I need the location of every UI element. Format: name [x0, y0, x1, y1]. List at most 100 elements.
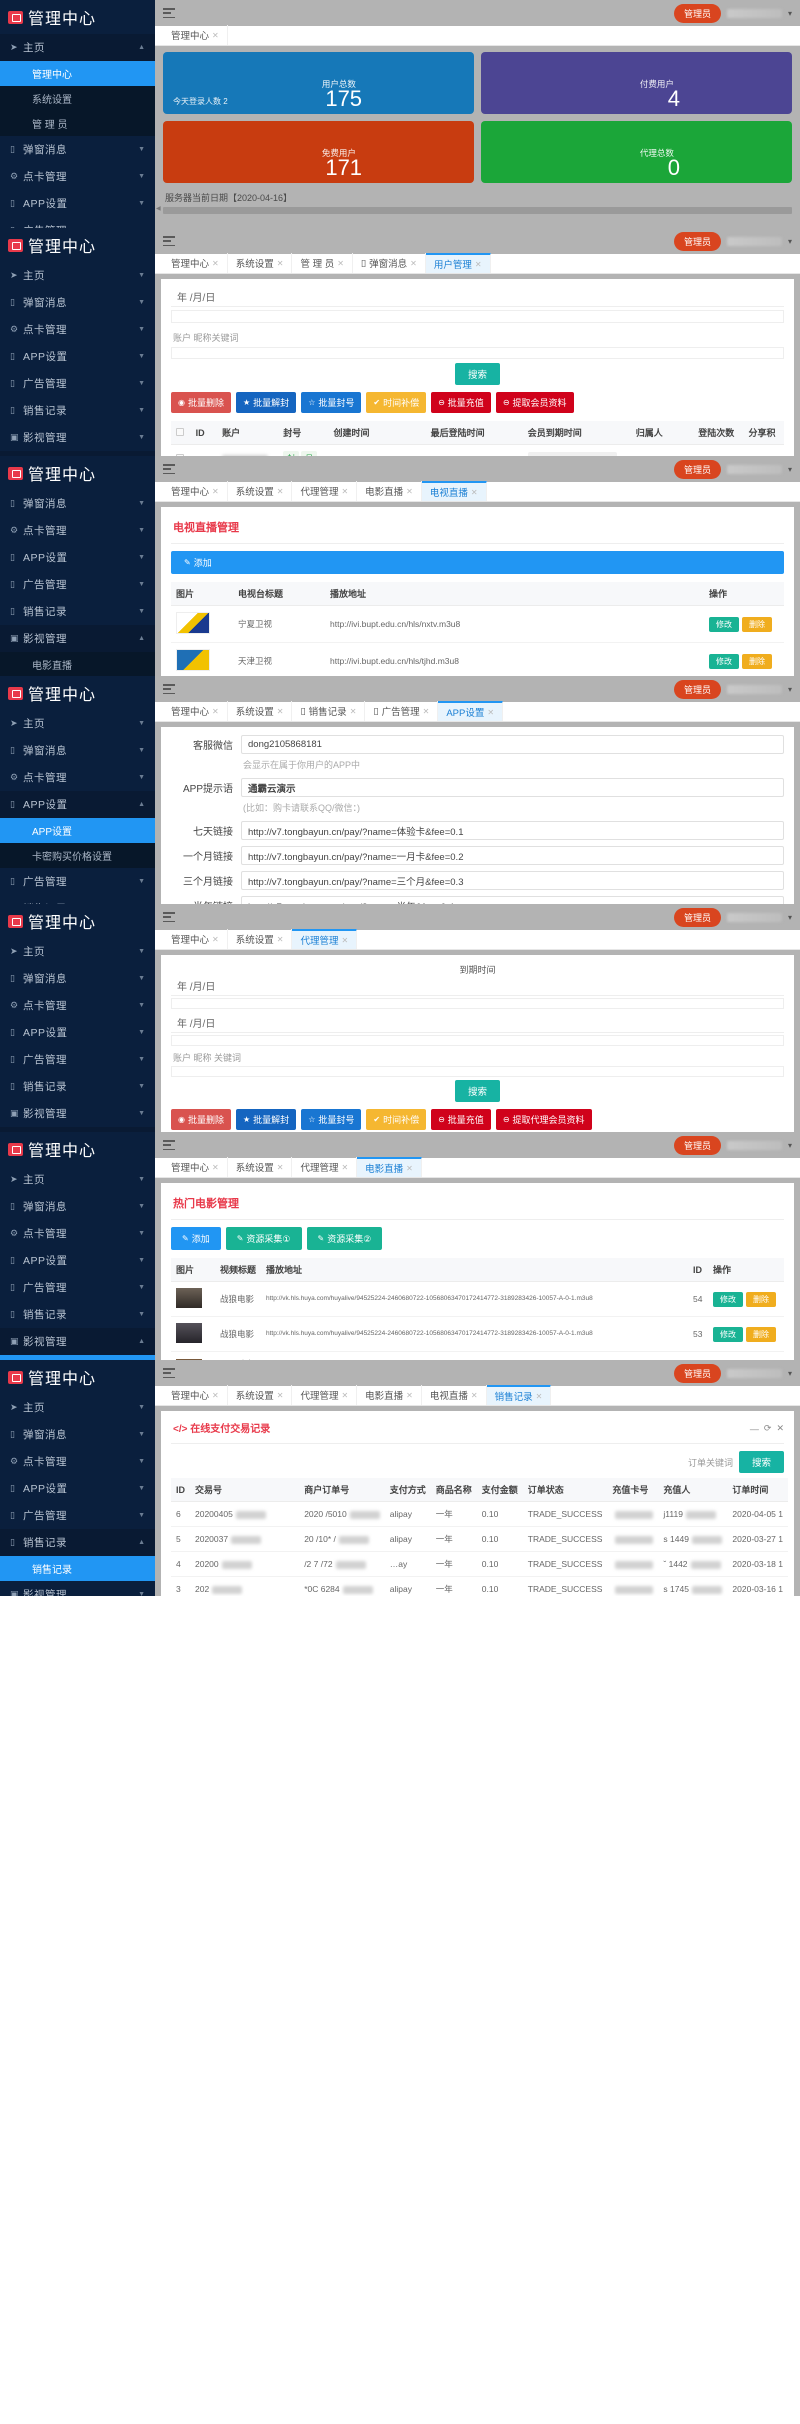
sidebar-item-popup[interactable]: ▯ 弹窗消息 ▼: [0, 136, 155, 163]
sidebar-item-home[interactable]: ➤ 主页 ▲: [0, 34, 155, 61]
tab-system-settings[interactable]: 系统设置 ✕: [228, 929, 293, 949]
tab-admin-center[interactable]: 管理中心 ✕: [163, 481, 228, 501]
bulk-delete-button[interactable]: ◉ 批量删除: [171, 1109, 231, 1130]
tab-agent-manage[interactable]: 代理管理 ✕: [292, 929, 358, 949]
tab-ads-manage[interactable]: ▯ 广告管理 ✕: [365, 701, 439, 721]
close-icon[interactable]: ✕: [471, 1391, 478, 1400]
hamburger-icon[interactable]: [163, 912, 175, 922]
one-month-link-field[interactable]: http://v7.tongbayun.cn/pay/?name=一月卡&fee…: [241, 846, 784, 865]
app-tip-field[interactable]: 通霸云演示: [241, 778, 784, 797]
sidebar-item-app[interactable]: ▯ APP设置 ▼: [0, 544, 155, 571]
tab-admin-center[interactable]: 管理中心 ✕: [163, 1385, 228, 1405]
tab-sales-records[interactable]: ▯ 销售记录 ✕: [292, 701, 366, 721]
hamburger-icon[interactable]: [163, 8, 175, 18]
tab-system-settings[interactable]: 系统设置 ✕: [228, 701, 293, 721]
close-icon[interactable]: ✕: [410, 259, 417, 268]
cell-ban[interactable]: 封号: [278, 444, 329, 456]
close-icon[interactable]: ✕: [337, 259, 344, 268]
close-icon[interactable]: ✕: [350, 707, 357, 716]
sidebar-item-sales[interactable]: ▯ 销售记录 ▼: [0, 598, 155, 625]
table-row[interactable]: 战狼电影 http://vk.hls.huya.com/huyalive/945…: [171, 1281, 784, 1317]
close-icon[interactable]: ✕: [341, 1391, 348, 1400]
tab-admin-center[interactable]: 管理中心 ✕: [163, 929, 228, 949]
search-input[interactable]: 账户 昵称关键词: [171, 329, 784, 347]
sidebar-item-ads[interactable]: ▯ 广告管理 ▼: [0, 571, 155, 598]
bulk-recharge-button[interactable]: ⊖ 批量充值: [431, 1109, 491, 1130]
collect-source-1-button[interactable]: ✎ 资源采集①: [225, 1227, 302, 1250]
search-button[interactable]: 搜索: [454, 1080, 500, 1102]
row-checkbox[interactable]: [171, 444, 191, 456]
sidebar-item-popup[interactable]: ▯ 弹窗消息 ▼: [0, 490, 155, 517]
search-button[interactable]: 搜索: [738, 1451, 784, 1473]
tab-tv-live[interactable]: 电视直播 ✕: [421, 481, 487, 501]
close-icon[interactable]: ✕: [471, 488, 478, 497]
stat-card-agents[interactable]: 代理总数 0: [481, 121, 792, 183]
tab-agent-manage[interactable]: 代理管理 ✕: [292, 481, 358, 501]
select-all-header[interactable]: [171, 421, 191, 445]
sidebar-item-home[interactable]: ➤ 主页 ▼: [0, 1166, 155, 1193]
sidebar-item-video[interactable]: ▣ 影视管理 ▼: [0, 424, 155, 451]
stat-card-total-users[interactable]: 用户总数 175 今天登录人数 2: [163, 52, 474, 114]
table-row[interactable]: 周星驰电影 http://vk.hls.huya.com/huyalive/94…: [171, 1351, 784, 1360]
stat-card-paid-users[interactable]: 付费用户 4: [481, 52, 792, 114]
cell-ops[interactable]: 修改删除: [708, 1281, 784, 1317]
add-button[interactable]: ✎ 添加: [171, 551, 784, 574]
sidebar-item-ads[interactable]: ▯ 广告管理 ▼: [0, 1274, 155, 1301]
sidebar-item-video[interactable]: ▣ 影视管理 ▲: [0, 625, 155, 652]
date-range-field[interactable]: [171, 310, 784, 323]
sidebar-sub-app-settings[interactable]: APP设置: [0, 818, 155, 843]
close-icon[interactable]: ✕: [212, 487, 219, 496]
cell-ops[interactable]: 修改删除: [704, 605, 784, 643]
search-button[interactable]: 搜索: [454, 363, 500, 385]
bulk-ban-button[interactable]: ☆ 批量封号: [301, 1109, 362, 1130]
hamburger-icon[interactable]: [163, 464, 175, 474]
sidebar-item-sales[interactable]: ▯ 销售记录 ▼: [0, 1073, 155, 1100]
close-icon[interactable]: ✕: [341, 487, 348, 496]
date-input[interactable]: 年 /月/日: [171, 287, 784, 307]
sidebar-item-app[interactable]: ▯ APP设置 ▲: [0, 791, 155, 818]
close-icon[interactable]: ✕: [475, 260, 482, 269]
search-field[interactable]: [171, 347, 784, 359]
sidebar-item-popup[interactable]: ▯ 弹窗消息 ▼: [0, 965, 155, 992]
table-row[interactable]: 战狼电影 http://vk.hls.huya.com/huyalive/945…: [171, 1316, 784, 1352]
export-members-button[interactable]: ⊖ 提取会员资料: [495, 392, 574, 413]
sidebar-item-video[interactable]: ▣ 影视管理 ▼: [0, 1581, 155, 1596]
close-icon[interactable]: ✕: [212, 31, 219, 40]
search-input[interactable]: 订单关键词: [688, 1456, 733, 1469]
add-button[interactable]: ✎ 添加: [171, 1227, 221, 1250]
sidebar-item-popup[interactable]: ▯ 弹窗消息 ▼: [0, 1193, 155, 1220]
tab-system-settings[interactable]: 系统设置 ✕: [228, 253, 293, 273]
refresh-icon[interactable]: ⟳: [764, 1423, 772, 1434]
close-icon[interactable]: ✕: [406, 487, 413, 496]
delete-button[interactable]: 删除: [746, 1326, 776, 1342]
table-row[interactable]: 3 202 *0C 6284 alipay 一年 0.10 TRADE_SUCCESS s 1…: [171, 1576, 788, 1596]
tab-app-settings[interactable]: APP设置 ✕: [438, 701, 504, 721]
bulk-unban-button[interactable]: ★ 批量解封: [236, 392, 297, 413]
close-icon[interactable]: ✕: [212, 935, 219, 944]
delete-button[interactable]: 删除: [742, 616, 772, 632]
date-input-end[interactable]: 年 /月/日: [171, 1013, 784, 1033]
sidebar-item-home[interactable]: ➤ 主页 ▼: [0, 1394, 155, 1421]
sidebar-sub-sales-records[interactable]: 销售记录: [0, 1556, 155, 1581]
chevron-down-icon[interactable]: ▾: [788, 1141, 792, 1150]
tab-movie-live[interactable]: 电影直播 ✕: [357, 1157, 422, 1177]
chevron-down-icon[interactable]: ▾: [788, 685, 792, 694]
close-icon[interactable]: ✕: [776, 1423, 784, 1434]
close-icon[interactable]: ✕: [341, 936, 348, 945]
sidebar-item-ads[interactable]: ▯ 广告管理 ▼: [0, 1502, 155, 1529]
three-month-link-field[interactable]: http://v7.tongbayun.cn/pay/?name=三个月&fee…: [241, 871, 784, 890]
edit-button[interactable]: 修改: [713, 1326, 743, 1342]
tab-tv-live[interactable]: 电视直播 ✕: [422, 1385, 487, 1405]
sidebar-item-app[interactable]: ▯ APP设置 ▼: [0, 343, 155, 370]
sidebar-item-video[interactable]: ▣ 影视管理 ▼: [0, 1100, 155, 1127]
close-icon[interactable]: ✕: [277, 707, 284, 716]
close-icon[interactable]: ✕: [487, 708, 494, 717]
date-field-end[interactable]: [171, 1035, 784, 1046]
close-icon[interactable]: ✕: [212, 707, 219, 716]
sidebar-item-sales[interactable]: ▯ 销售记录 ▼: [0, 1301, 155, 1328]
minimize-icon[interactable]: —: [750, 1424, 759, 1434]
tab-admin-center[interactable]: 管理中心 ✕: [163, 253, 228, 273]
sidebar-item-popup[interactable]: ▯ 弹窗消息 ▼: [0, 1421, 155, 1448]
table-row[interactable]: 4 20200 /2 7 /72 …ay 一年 0.10 TRADE_SUCCESS ˇ 1…: [171, 1551, 788, 1577]
sidebar-item-card[interactable]: ⚙ 点卡管理 ▼: [0, 992, 155, 1019]
